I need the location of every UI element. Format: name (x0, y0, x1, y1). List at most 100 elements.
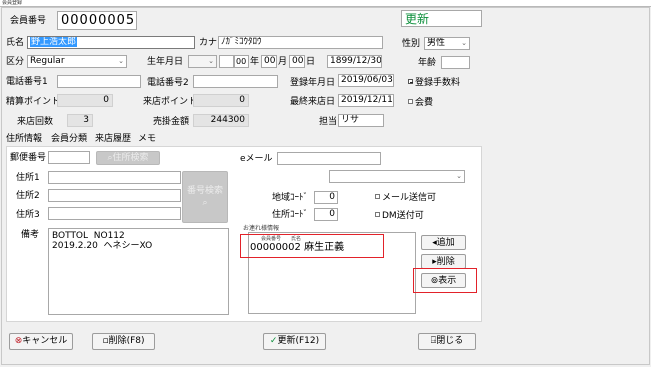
month-unit-label: 月 (278, 57, 288, 67)
phone1-input[interactable] (57, 75, 141, 88)
mode-field: 更新 (401, 10, 482, 27)
cancel-button[interactable]: ⊗キャンセル (9, 333, 73, 350)
address1-input[interactable] (48, 171, 181, 184)
year-unit-label: 年 (250, 57, 260, 67)
phone2-label: 電話番号2 (147, 78, 189, 88)
gender-value: 男性 (427, 38, 446, 48)
tab-memo[interactable]: メモ (138, 133, 156, 145)
points-field: 0 (57, 94, 113, 107)
staff-label: 担当 (319, 117, 338, 127)
tab-address[interactable]: 住所情報 (6, 133, 42, 145)
category-value: Regular (30, 56, 65, 66)
category-label: 区分 (6, 57, 25, 67)
member-no-label: 会員番号 (10, 16, 47, 26)
gender-select[interactable]: 男性 ⌄ (424, 37, 470, 50)
birth-full-field[interactable]: 1899/12/30 (327, 55, 382, 68)
staff-field[interactable]: リサ (338, 114, 384, 127)
visit-points-label: 来店ポイント (143, 97, 198, 107)
region-code-input[interactable]: 0 (314, 191, 338, 204)
reg-date-label: 登録年月日 (290, 78, 336, 88)
phone2-input[interactable] (193, 75, 278, 88)
email-label: eメール (240, 154, 273, 164)
phone1-label: 電話番号1 (6, 77, 48, 87)
membership-fee-label: 会費 (415, 98, 434, 108)
delete-label: 削除(F8) (108, 336, 145, 346)
postal-input[interactable] (48, 151, 90, 164)
mail-send-checkbox[interactable]: メール送信可 (375, 192, 436, 204)
address-search-label: 住所検索 (112, 153, 149, 163)
region-code-label: 地域ｺｰﾄﾞ (272, 193, 309, 203)
age-label: 年齢 (418, 58, 437, 68)
address3-input[interactable] (48, 207, 181, 220)
dm-send-label: DM送付可 (382, 211, 424, 221)
checkbox-unchecked-icon (375, 212, 380, 217)
membership-fee-checkbox[interactable]: 会費 (408, 97, 433, 109)
kana-input[interactable]: ﾉｶﾞﾐｺｳﾀﾛｳ (218, 36, 383, 49)
postal-search-button[interactable]: 番号検索 ⌕ (182, 171, 228, 223)
window-title: 会員登録 (0, 0, 651, 7)
delete-companion-button[interactable]: ▸削除 (421, 254, 466, 269)
cancel-label: キャンセル (22, 336, 68, 346)
address2-label: 住所2 (16, 191, 40, 201)
member-no-field[interactable]: 00000005 (57, 11, 137, 30)
delete-button[interactable]: ▫削除(F8) (92, 333, 155, 350)
address-search-button[interactable]: ⌕住所検索 (96, 151, 160, 165)
email-domain-select[interactable]: ⌄ (329, 170, 465, 183)
last-visit-field[interactable]: 2019/12/11 (338, 94, 394, 107)
show-button-highlight-box (413, 268, 477, 293)
gender-label: 性別 (402, 39, 421, 49)
address2-input[interactable] (48, 189, 181, 202)
checkbox-checked-icon (408, 79, 413, 84)
companion-highlight-box (240, 234, 384, 258)
visits-label: 来店回数 (17, 117, 54, 127)
reg-fee-label: 登録手数料 (415, 78, 461, 88)
visits-field: 3 (67, 114, 93, 127)
notes-textarea[interactable]: BOTTOL NO112 2019.2.20 ヘネシーXO (48, 228, 229, 315)
birth-year-select[interactable]: ⌄ (188, 55, 217, 68)
name-value: 野上浩太郎 (30, 37, 78, 47)
close-label: 閉じる (436, 336, 464, 346)
last-visit-label: 最終来店日 (290, 97, 336, 107)
address1-label: 住所1 (16, 173, 40, 183)
chevron-down-icon: ⌄ (461, 39, 467, 47)
close-button[interactable]: ⍈閉じる (418, 333, 476, 350)
update-button[interactable]: ✓更新(F12) (263, 333, 326, 350)
mail-send-label: メール送信可 (382, 193, 437, 203)
birth-month-input[interactable]: 00 (261, 55, 277, 68)
add-companion-label: 追加 (436, 238, 455, 248)
visit-points-field: 0 (193, 94, 249, 107)
points-label: 精算ポイント (6, 97, 61, 107)
tab-member-class[interactable]: 会員分類 (51, 133, 87, 145)
birth-day-input[interactable]: 00 (289, 55, 305, 68)
address3-label: 住所3 (16, 210, 40, 220)
dm-send-checkbox[interactable]: DM送付可 (375, 210, 424, 222)
age-field[interactable] (441, 56, 470, 69)
sales-label: 売掛金額 (153, 117, 190, 127)
email-input[interactable] (277, 152, 381, 165)
search-icon: ⌕ (202, 198, 208, 208)
birth-year-input[interactable] (219, 55, 234, 68)
chevron-down-icon: ⌄ (456, 172, 462, 180)
add-companion-button[interactable]: ◂追加 (421, 235, 466, 250)
tab-visit-history[interactable]: 来店履歴 (95, 133, 131, 145)
postal-label: 郵便番号 (10, 153, 47, 163)
postal-search-label: 番号検索 (186, 186, 223, 196)
address-code-label: 住所ｺｰﾄﾞ (272, 210, 309, 220)
category-select[interactable]: Regular ⌄ (27, 55, 127, 68)
checkbox-unchecked-icon (408, 99, 413, 104)
reg-date-field[interactable]: 2019/06/03 (338, 74, 394, 87)
sales-field: 244300 (193, 114, 249, 127)
update-label: 更新(F12) (277, 336, 320, 346)
checkbox-unchecked-icon (375, 194, 380, 199)
kana-label: カナ (199, 38, 218, 48)
day-unit-label: 日 (306, 57, 316, 67)
notes-label: 備考 (21, 230, 40, 240)
name-input[interactable]: 野上浩太郎 (27, 36, 195, 49)
reg-fee-checkbox[interactable]: 登録手数料 (408, 77, 460, 89)
chevron-down-icon: ⌄ (208, 57, 214, 65)
chevron-down-icon: ⌄ (118, 57, 124, 65)
birthdate-label: 生年月日 (147, 57, 184, 67)
delete-companion-label: 削除 (436, 257, 455, 267)
birth-year-unit: 00 (236, 57, 247, 66)
address-code-input[interactable]: 0 (314, 208, 338, 221)
